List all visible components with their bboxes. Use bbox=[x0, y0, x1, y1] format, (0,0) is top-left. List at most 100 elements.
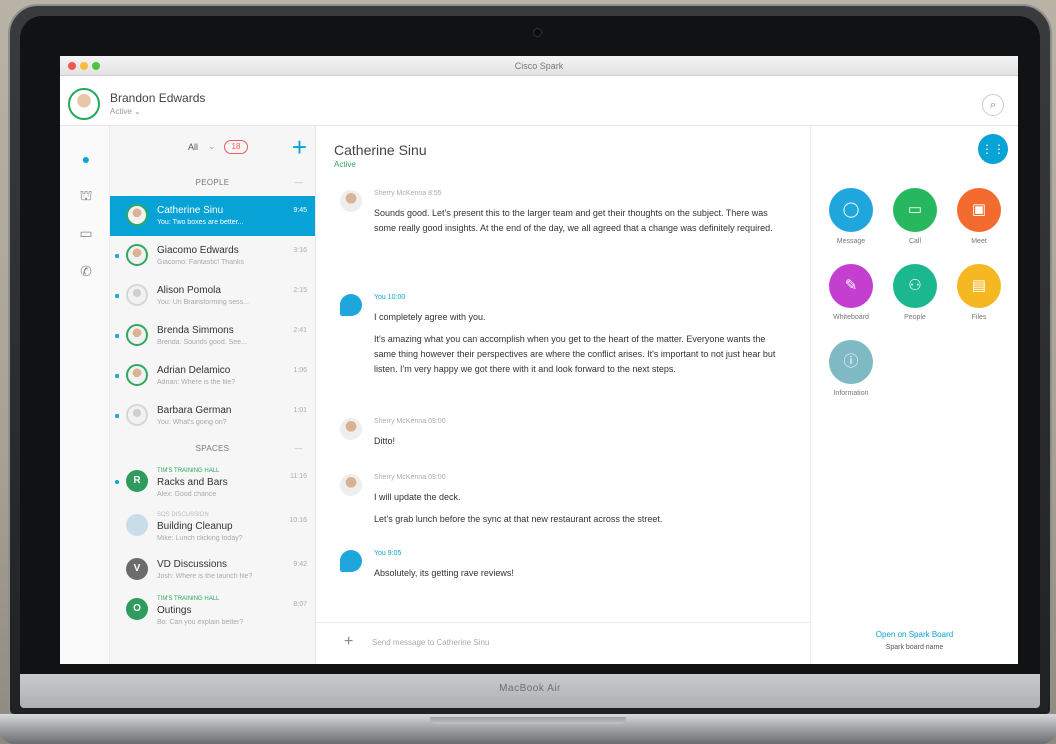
webcam bbox=[533, 28, 542, 37]
list-item[interactable]: Alison Pomola You: Un Brainstorming sess… bbox=[110, 276, 315, 316]
contact-name: Giacomo Edwards bbox=[157, 245, 239, 256]
chevron-down-icon[interactable]: ⌄ bbox=[208, 141, 216, 152]
team-icon[interactable]: ⛫ bbox=[77, 186, 95, 204]
timestamp: 9:45 bbox=[293, 207, 307, 214]
list-item[interactable]: SOS DISCUSSION Building Cleanup Mike: Lu… bbox=[110, 506, 315, 550]
spark-board-name: Spark board name bbox=[885, 644, 944, 651]
message-text: I will update the deck. bbox=[374, 492, 461, 502]
last-message: Adrian: Where is the file? bbox=[157, 379, 236, 386]
message-action[interactable]: ◯ Message bbox=[821, 188, 881, 245]
user-status[interactable]: Active ⌄ bbox=[110, 107, 141, 116]
calendar-icon[interactable]: ▭ bbox=[77, 224, 95, 242]
message-icon[interactable]: ◯ bbox=[829, 188, 873, 232]
action-label: Meet bbox=[971, 238, 987, 245]
action-label: People bbox=[904, 314, 926, 321]
grid-icon: ⋮⋮ bbox=[981, 142, 1005, 156]
last-message: Giacomo: Fantastic! Thanks bbox=[157, 259, 245, 266]
chat-bubble-icon[interactable]: ● bbox=[77, 150, 95, 168]
contact-name: Brenda Simmons bbox=[157, 325, 234, 336]
timestamp: 9:42 bbox=[293, 561, 307, 568]
action-label: Call bbox=[908, 238, 922, 245]
message-text: It's amazing what you can accomplish whe… bbox=[374, 334, 776, 374]
conversation-title: Catherine Sinu bbox=[334, 142, 427, 158]
user-name[interactable]: Brandon Edwards bbox=[110, 91, 205, 105]
avatar bbox=[126, 324, 148, 346]
presence-status: Active bbox=[334, 160, 356, 169]
unread-count-badge[interactable]: 18 bbox=[224, 140, 248, 154]
avatar bbox=[340, 190, 362, 212]
avatar bbox=[340, 550, 362, 572]
unread-dot bbox=[115, 294, 119, 298]
avatar bbox=[126, 204, 148, 226]
list-item[interactable]: V VD Discussions Josh: Where is the laun… bbox=[110, 550, 315, 590]
collapse-icon[interactable]: — bbox=[295, 170, 303, 196]
apps-grid-button[interactable]: ⋮⋮ bbox=[978, 134, 1008, 164]
filter-row: All ⌄ 18 + bbox=[110, 126, 315, 170]
meet-icon[interactable]: ▣ bbox=[957, 188, 1001, 232]
space-avatar: R bbox=[126, 470, 148, 492]
video-call-icon[interactable]: ▭ bbox=[893, 188, 937, 232]
space-name: Outings bbox=[157, 605, 192, 616]
add-button[interactable]: + bbox=[292, 134, 307, 160]
message-composer[interactable]: + Send message to Catherine Sinu bbox=[316, 622, 810, 664]
timestamp: 2:15 bbox=[293, 287, 307, 294]
files-icon[interactable]: ▤ bbox=[957, 264, 1001, 308]
unread-dot bbox=[115, 334, 119, 338]
contact-name: Adrian Delamico bbox=[157, 365, 231, 376]
last-message: Josh: Where is the launch file? bbox=[157, 573, 253, 580]
list-item[interactable]: Giacomo Edwards Giacomo: Fantastic! Than… bbox=[110, 236, 315, 276]
collapse-icon[interactable]: — bbox=[295, 436, 303, 462]
information-action[interactable]: ⓘ Information bbox=[821, 340, 881, 397]
last-message: Brenda: Sounds good. See... bbox=[157, 339, 247, 346]
timestamp: 10:16 bbox=[289, 517, 307, 524]
list-item[interactable]: O TIM'S TRAINING HALL Outings Bo: Can yo… bbox=[110, 590, 315, 634]
attach-plus-icon[interactable]: + bbox=[344, 633, 353, 651]
message-meta: Sherry McKenna 09:00 bbox=[374, 418, 446, 425]
phone-icon[interactable]: ✆ bbox=[77, 262, 95, 280]
list-item[interactable]: Adrian Delamico Adrian: Where is the fil… bbox=[110, 356, 315, 396]
message-text: Let's grab lunch before the sync at that… bbox=[374, 514, 663, 524]
user-header: Brandon Edwards Active ⌄ ⌕ bbox=[60, 76, 1018, 126]
action-label: Message bbox=[836, 238, 866, 245]
list-item[interactable]: R TIM'S TRAINING HALL Racks and Bars Ale… bbox=[110, 462, 315, 506]
filter-dropdown[interactable]: All bbox=[188, 142, 198, 152]
people-section-header[interactable]: PEOPLE — bbox=[110, 170, 315, 196]
open-spark-board-link[interactable]: Open on Spark Board bbox=[811, 630, 1018, 639]
spaces-header-label: SPACES bbox=[195, 444, 230, 453]
avatar bbox=[126, 244, 148, 266]
list-item[interactable]: Brenda Simmons Brenda: Sounds good. See.… bbox=[110, 316, 315, 356]
people-action[interactable]: ⚇ People bbox=[885, 264, 945, 321]
last-message: You: What's going on? bbox=[157, 419, 227, 426]
app-window: Cisco Spark Brandon Edwards Active ⌄ ⌕ ●… bbox=[60, 56, 1018, 664]
unread-dot bbox=[115, 254, 119, 258]
avatar bbox=[126, 364, 148, 386]
space-avatar: O bbox=[126, 598, 148, 620]
space-team-tag: TIM'S TRAINING HALL bbox=[157, 596, 220, 602]
whiteboard-action[interactable]: ✎ Whiteboard bbox=[821, 264, 881, 321]
action-panel: ⋮⋮ ◯ Message ▭ Call ▣ Meet ✎ Whiteboard … bbox=[810, 126, 1018, 664]
user-avatar[interactable] bbox=[68, 88, 100, 120]
meet-action[interactable]: ▣ Meet bbox=[949, 188, 1009, 245]
window-title: Cisco Spark bbox=[514, 61, 564, 71]
people-icon[interactable]: ⚇ bbox=[893, 264, 937, 308]
pencil-icon[interactable]: ✎ bbox=[829, 264, 873, 308]
spaces-section-header[interactable]: SPACES — bbox=[110, 436, 315, 462]
message-input[interactable]: Send message to Catherine Sinu bbox=[372, 638, 489, 647]
files-action[interactable]: ▤ Files bbox=[949, 264, 1009, 321]
list-item[interactable]: Catherine Sinu You: Two boxes are better… bbox=[110, 196, 315, 236]
message-text: Ditto! bbox=[374, 436, 396, 446]
info-icon[interactable]: ⓘ bbox=[829, 340, 873, 384]
last-message: Bo: Can you explain better? bbox=[157, 619, 244, 626]
lid-notch bbox=[430, 717, 626, 724]
timestamp: 1:06 bbox=[293, 367, 307, 374]
search-button[interactable]: ⌕ bbox=[982, 94, 1004, 116]
last-message: You: Two boxes are better... bbox=[157, 219, 244, 226]
list-item[interactable]: Barbara German You: What's going on? 1:0… bbox=[110, 396, 315, 436]
contact-name: Alison Pomola bbox=[157, 285, 221, 296]
call-action[interactable]: ▭ Call bbox=[885, 188, 945, 245]
space-name: Racks and Bars bbox=[157, 477, 228, 488]
space-name: Building Cleanup bbox=[157, 521, 233, 532]
space-avatar bbox=[126, 514, 148, 536]
avatar bbox=[126, 284, 148, 306]
contact-name: Catherine Sinu bbox=[157, 205, 224, 216]
